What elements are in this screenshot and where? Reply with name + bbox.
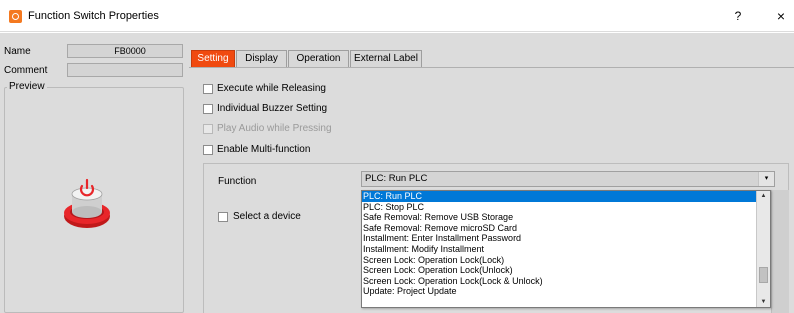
- power-button-icon: [64, 178, 110, 228]
- checkbox-box[interactable]: [218, 212, 228, 222]
- name-label: Name: [4, 46, 31, 57]
- checkbox-label: Play Audio while Pressing: [217, 123, 332, 134]
- scroll-up-icon[interactable]: ▲: [757, 191, 770, 201]
- panel-scroll-area: [771, 190, 789, 313]
- select-device-label: Select a device: [233, 211, 301, 222]
- name-field[interactable]: FB0000: [67, 44, 183, 58]
- checkbox-box[interactable]: [203, 145, 213, 155]
- tab-external-label[interactable]: External Label: [350, 50, 422, 67]
- checkbox-label: Enable Multi-function: [217, 144, 311, 155]
- function-option[interactable]: Update: Project Update: [362, 286, 757, 297]
- checkbox-box: [203, 124, 213, 134]
- function-dropdown-value: PLC: Run PLC: [365, 173, 428, 184]
- function-option[interactable]: Screen Lock: Operation Lock(Lock & Unloc…: [362, 276, 757, 287]
- window-title: Function Switch Properties: [28, 10, 159, 22]
- tab-display[interactable]: Display: [236, 50, 287, 67]
- help-button[interactable]: ?: [727, 6, 749, 26]
- scroll-down-icon[interactable]: ▼: [757, 297, 770, 307]
- checkbox-label: Execute while Releasing: [217, 83, 326, 94]
- tab-setting[interactable]: Setting: [191, 50, 235, 67]
- checkbox-box[interactable]: [203, 104, 213, 114]
- scroll-thumb[interactable]: [759, 267, 768, 283]
- options-scrollbar[interactable]: ▲ ▼: [756, 191, 770, 307]
- chevron-down-icon[interactable]: ▾: [758, 172, 774, 186]
- function-option[interactable]: Screen Lock: Operation Lock(Unlock): [362, 265, 757, 276]
- comment-label: Comment: [4, 65, 48, 76]
- comment-field[interactable]: [67, 63, 183, 77]
- app-icon: [9, 10, 22, 23]
- function-option[interactable]: PLC: Run PLC: [362, 191, 757, 202]
- close-button[interactable]: ×: [770, 6, 792, 26]
- function-option[interactable]: Installment: Enter Installment Password: [362, 233, 757, 244]
- checkbox-label: Individual Buzzer Setting: [217, 103, 328, 114]
- checkbox-box[interactable]: [203, 84, 213, 94]
- function-option[interactable]: Installment: Modify Installment: [362, 244, 757, 255]
- function-label: Function: [218, 176, 257, 187]
- title-bar: Function Switch Properties ? ×: [0, 0, 794, 32]
- tab-operation[interactable]: Operation: [288, 50, 349, 67]
- function-option[interactable]: Safe Removal: Remove USB Storage: [362, 212, 757, 223]
- options-container: PLC: Run PLC PLC: Stop PLC Safe Removal: R…: [362, 191, 757, 297]
- function-options-list[interactable]: PLC: Run PLC PLC: Stop PLC Safe Removal: R…: [361, 190, 771, 308]
- function-option[interactable]: Screen Lock: Operation Lock(Lock): [362, 255, 757, 266]
- function-dropdown[interactable]: PLC: Run PLC ▾: [361, 171, 775, 187]
- function-option[interactable]: Safe Removal: Remove microSD Card: [362, 223, 757, 234]
- function-option[interactable]: PLC: Stop PLC: [362, 202, 757, 213]
- preview-label: Preview: [7, 81, 47, 92]
